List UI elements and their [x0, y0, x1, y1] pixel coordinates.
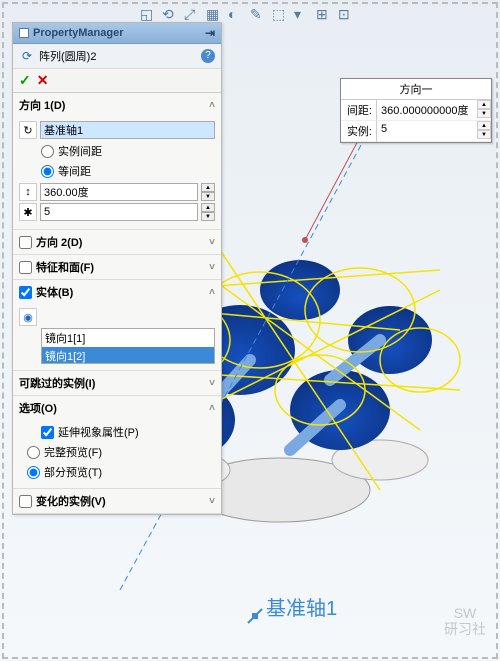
view-toolbar: ◱ ⟲ ⤢ ▦ ◐ ✎ ⬚ ▾ ⊞ ⊡ [140, 6, 354, 22]
bodies-checkbox[interactable] [19, 286, 32, 299]
radio-full-preview[interactable] [27, 446, 40, 459]
chevron-down-icon: ˅ [209, 262, 215, 273]
property-manager-panel: PropertyManager ⇥ ⟳ 阵列(圆周)2 ? ✓ ✕ 方向 1(D… [12, 22, 222, 515]
list-item[interactable]: 镜向1[2] [42, 347, 214, 364]
angle-input[interactable] [40, 183, 198, 201]
tool-icon[interactable]: ◐ [228, 6, 244, 22]
tool-icon[interactable]: ⬚ [272, 6, 288, 22]
list-item[interactable]: 镜向1[1] [42, 329, 214, 347]
radio-equal-spacing[interactable] [41, 165, 54, 178]
count-icon: ✱ [19, 203, 37, 221]
feature-row: ⟳ 阵列(圆周)2 ? [13, 44, 221, 69]
spin-down[interactable]: ▼ [201, 192, 215, 201]
section-direction1: 方向 1(D)˄ ↻ 实例间距 等间距 ↕ ▲▼ ✱ ▲▼ [13, 93, 221, 230]
radio-partial-preview[interactable] [27, 466, 40, 479]
circular-pattern-icon: ⟳ [19, 48, 35, 64]
section-skip: 可跳过的实例(I)˅ [13, 371, 221, 396]
tool-icon[interactable]: ⟲ [162, 6, 178, 22]
tool-icon[interactable]: ⊞ [316, 6, 332, 22]
chevron-up-icon: ˄ [209, 287, 215, 298]
callout-spacing-label: 间距: [341, 100, 377, 121]
callout-count-label: 实例: [341, 121, 377, 142]
callout-count-value[interactable]: 5 [377, 121, 477, 142]
spin-up[interactable]: ▲ [477, 121, 491, 130]
dir2-checkbox[interactable] [19, 236, 32, 249]
body-icon[interactable]: ◉ [19, 308, 37, 326]
spin-down[interactable]: ▼ [477, 130, 491, 139]
spin-up[interactable]: ▲ [201, 183, 215, 192]
tool-icon[interactable]: ⤢ [184, 6, 200, 22]
pin-icon[interactable]: ⇥ [205, 26, 215, 40]
section-features-faces: 特征和面(F)˅ [13, 255, 221, 280]
tool-icon[interactable]: ▾ [294, 6, 310, 22]
spin-down[interactable]: ▼ [477, 109, 491, 118]
spin-down[interactable]: ▼ [201, 212, 215, 221]
tool-icon[interactable]: ◱ [140, 6, 156, 22]
pm-title: PropertyManager [33, 27, 123, 39]
spin-up[interactable]: ▲ [201, 203, 215, 212]
feature-name: 阵列(圆周)2 [39, 48, 96, 64]
watermark: SW研习社 [444, 606, 486, 637]
angle-icon: ↕ [19, 183, 37, 201]
axis-input[interactable] [40, 121, 215, 139]
chevron-down-icon: ˅ [209, 237, 215, 248]
callout-spacing-value[interactable]: 360.000000000度 [377, 100, 477, 121]
tool-icon[interactable]: ⊡ [338, 6, 354, 22]
chevron-down-icon: ˅ [209, 496, 215, 507]
pm-header: PropertyManager ⇥ [13, 23, 221, 44]
featface-checkbox[interactable] [19, 261, 32, 274]
spin-up[interactable]: ▲ [477, 100, 491, 109]
axis-handle-icon[interactable] [246, 607, 264, 625]
axis-label[interactable]: 基准轴1 [266, 592, 337, 621]
section-direction2: 方向 2(D)˅ [13, 230, 221, 255]
section-options: 选项(O)˄ 延伸视象属性(P) 完整预览(F) 部分预览(T) [13, 396, 221, 489]
vary-checkbox[interactable] [19, 495, 32, 508]
cancel-button[interactable]: ✕ [37, 72, 49, 89]
callout-title: 方向一 [341, 79, 491, 100]
confirm-row: ✓ ✕ [13, 69, 221, 93]
direction-callout: 方向一 间距: 360.000000000度 ▲▼ 实例: 5 ▲▼ [340, 78, 492, 143]
section-vary: 变化的实例(V)˅ [13, 489, 221, 514]
ext-visual-checkbox[interactable] [41, 426, 54, 439]
tool-icon[interactable]: ▦ [206, 6, 222, 22]
axis-icon[interactable]: ↻ [19, 121, 37, 139]
bodies-listbox[interactable]: 镜向1[1] 镜向1[2] [41, 328, 215, 364]
pm-icon [19, 28, 29, 38]
section-bodies: 实体(B)˄ ◉ 镜向1[1] 镜向1[2] [13, 280, 221, 371]
radio-instance-spacing[interactable] [41, 145, 54, 158]
chevron-up-icon: ˄ [209, 403, 215, 414]
count-input[interactable] [40, 203, 198, 221]
help-icon[interactable]: ? [201, 49, 215, 63]
tool-icon[interactable]: ✎ [250, 6, 266, 22]
ok-button[interactable]: ✓ [19, 72, 31, 89]
chevron-up-icon: ˄ [209, 100, 215, 111]
chevron-down-icon: ˅ [209, 378, 215, 389]
